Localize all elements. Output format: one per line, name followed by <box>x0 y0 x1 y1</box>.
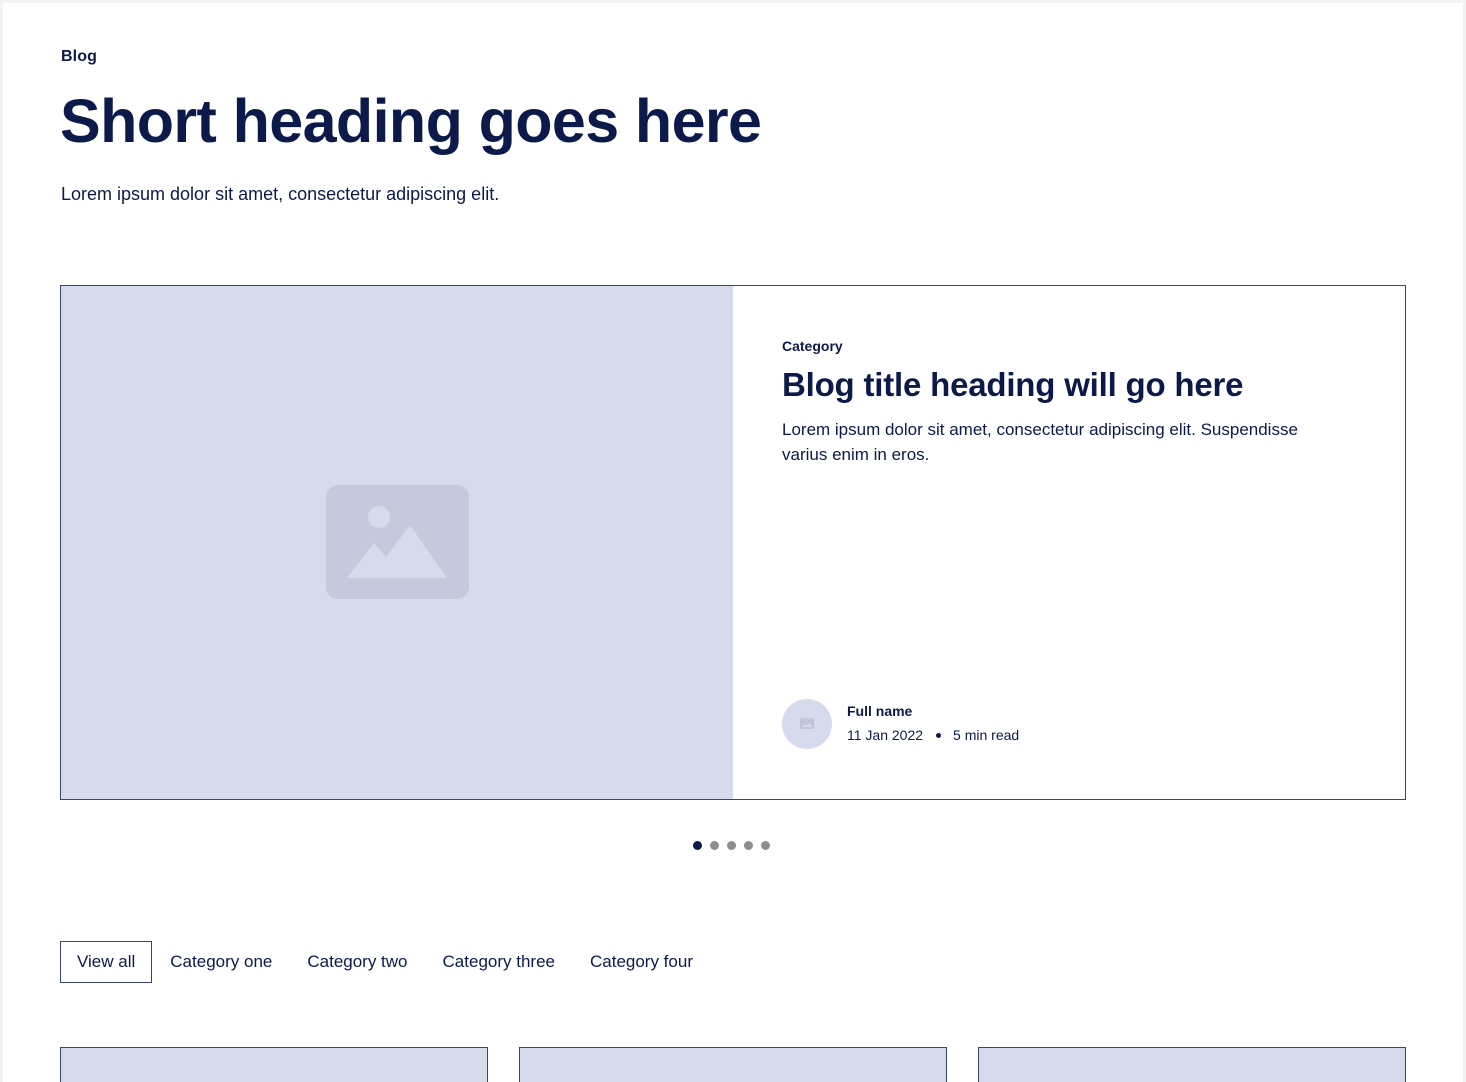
tab-view-all[interactable]: View all <box>60 941 153 983</box>
tab-category-two[interactable]: Category two <box>290 941 424 983</box>
post-meta: 11 Jan 2022 5 min read <box>847 727 1019 743</box>
meta-separator-dot <box>936 732 942 738</box>
tab-category-three[interactable]: Category three <box>426 941 572 983</box>
avatar-image-icon <box>800 718 814 729</box>
image-placeholder-icon <box>326 485 469 599</box>
blog-post-card[interactable] <box>519 1047 947 1082</box>
eyebrow-label: Blog <box>61 48 97 65</box>
author-name: Full name <box>847 703 913 719</box>
page-title: Short heading goes here <box>60 87 762 155</box>
tab-category-four[interactable]: Category four <box>573 941 710 983</box>
featured-post-description: Lorem ipsum dolor sit amet, consectetur … <box>782 420 1298 464</box>
category-tabs: View all Category one Category two Categ… <box>60 941 711 983</box>
read-time: 5 min read <box>953 727 1020 743</box>
blog-post-card[interactable] <box>978 1047 1406 1082</box>
blog-post-card[interactable] <box>60 1047 488 1082</box>
tab-category-one[interactable]: Category one <box>153 941 289 983</box>
page: Blog Short heading goes here Lorem ipsum… <box>3 3 1463 1082</box>
carousel-dot[interactable] <box>761 841 770 850</box>
carousel-dot[interactable] <box>744 841 753 850</box>
carousel-dot[interactable] <box>693 841 702 850</box>
featured-post-title[interactable]: Blog title heading will go here <box>782 366 1244 404</box>
featured-post-card[interactable]: Category Blog title heading will go here… <box>60 285 1406 800</box>
featured-post-category[interactable]: Category <box>782 338 843 354</box>
featured-post-image <box>61 286 733 799</box>
featured-post-content: Category Blog title heading will go here… <box>733 286 1405 799</box>
page-subtitle: Lorem ipsum dolor sit amet, consectetur … <box>61 184 500 204</box>
carousel-dot[interactable] <box>710 841 719 850</box>
avatar <box>782 699 832 749</box>
carousel-dot[interactable] <box>727 841 736 850</box>
post-date: 11 Jan 2022 <box>847 727 924 743</box>
carousel-dots <box>693 841 770 850</box>
